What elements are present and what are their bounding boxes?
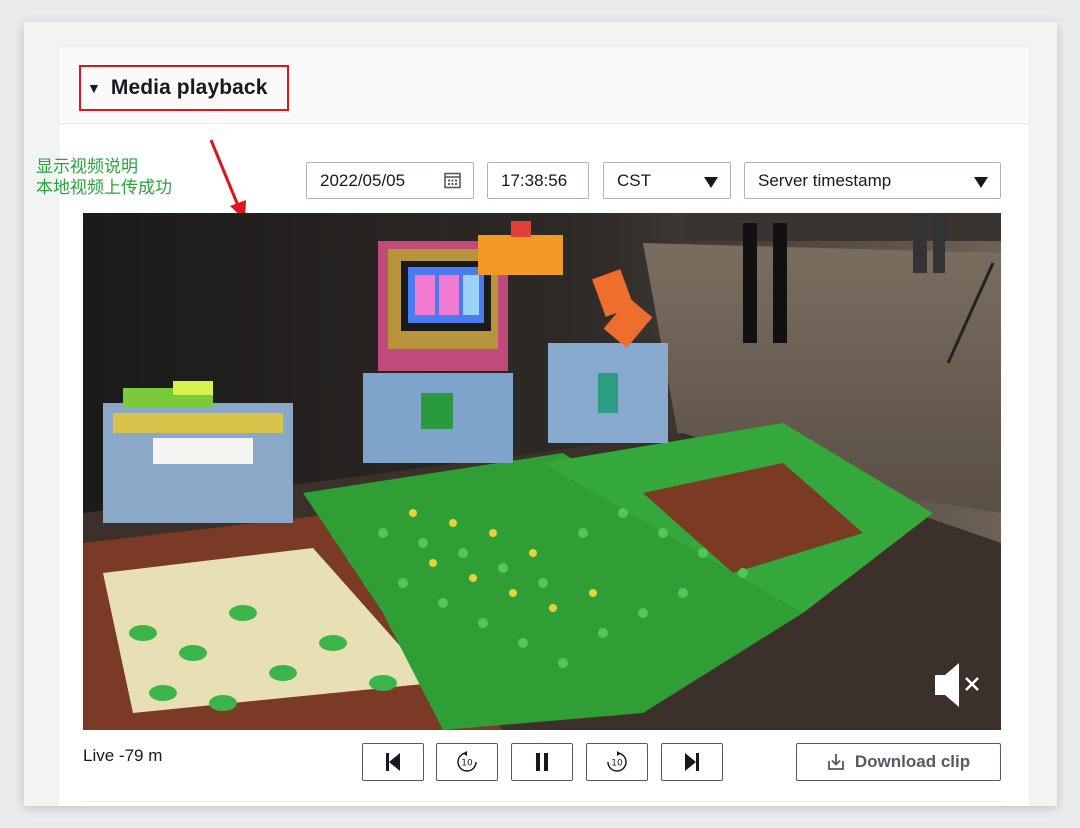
timestamp-type-value: Server timestamp (758, 170, 892, 190)
pause-icon (536, 753, 548, 771)
svg-text:10: 10 (611, 759, 623, 769)
annotation-line-1: 显示视频说明 (36, 157, 138, 177)
caret-down-icon (974, 174, 988, 194)
timezone-value: CST (617, 170, 651, 190)
time-input[interactable]: 17:38:56 (487, 162, 589, 199)
skip-back-icon (386, 753, 400, 771)
calendar-icon[interactable] (444, 172, 461, 194)
panel-header: ▼ Media playback (59, 47, 1029, 124)
rewind-10-button[interactable]: 10 (436, 743, 498, 781)
date-picker[interactable]: 2022/05/05 (306, 162, 474, 199)
divider (83, 801, 1001, 802)
video-player[interactable] (83, 213, 1001, 730)
download-clip-label: Download clip (854, 752, 971, 771)
timezone-select[interactable]: CST (603, 162, 731, 199)
download-clip-button[interactable]: Download clip (796, 743, 1001, 781)
skip-to-end-button[interactable] (661, 743, 723, 781)
annotation-arrow-icon (209, 139, 246, 220)
timestamp-type-select[interactable]: Server timestamp (744, 162, 1001, 199)
forward-10-icon: 10 (607, 751, 627, 772)
section-title: Media playback (110, 76, 268, 99)
skip-forward-icon (685, 753, 699, 771)
annotation-text: 显示视频说明 本地视频上传成功 (36, 157, 172, 199)
video-frame (83, 213, 1001, 730)
live-status: Live -79 m (83, 746, 163, 765)
download-icon (827, 754, 844, 770)
caret-down-icon: ▼ (87, 80, 101, 96)
forward-10-button[interactable]: 10 (586, 743, 648, 781)
svg-text:10: 10 (461, 759, 473, 769)
skip-to-start-button[interactable] (362, 743, 424, 781)
date-value: 2022/05/05 (320, 170, 406, 190)
pause-button[interactable] (511, 743, 573, 781)
annotation-line-2: 本地视频上传成功 (36, 178, 172, 198)
media-playback-toggle[interactable]: ▼ Media playback (79, 65, 289, 111)
time-value: 17:38:56 (501, 170, 568, 190)
rewind-10-icon: 10 (457, 751, 477, 772)
caret-down-icon (704, 174, 718, 194)
